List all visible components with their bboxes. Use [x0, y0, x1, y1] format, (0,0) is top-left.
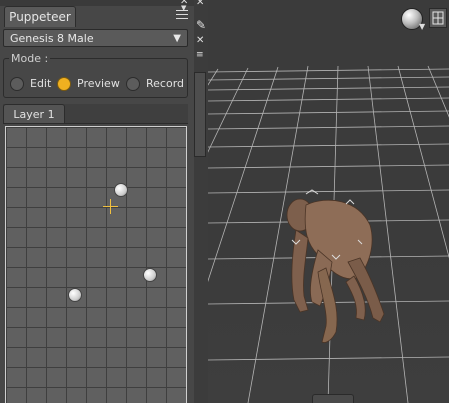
pane-menu-button[interactable]: ▼ [173, 4, 191, 24]
viewport-scene [208, 65, 449, 403]
collapsed-panel-edge[interactable] [194, 72, 206, 157]
tab-puppeteer-label: Puppeteer [9, 10, 71, 24]
viewport-layout-icon [432, 11, 444, 25]
mode-edit-radio[interactable] [10, 77, 24, 91]
mode-label: Mode : [9, 52, 51, 65]
viewport-layout-button[interactable] [429, 8, 447, 28]
figure-select-value: Genesis 8 Male [10, 32, 94, 45]
figure-select[interactable]: Genesis 8 Male ▼ [3, 29, 188, 47]
mode-record-radio[interactable] [126, 77, 140, 91]
mode-preview-radio[interactable] [57, 77, 71, 91]
tab-layer-1-label: Layer 1 [13, 108, 55, 121]
puppet-grid[interactable] [6, 127, 186, 403]
mode-preview-label: Preview [77, 77, 120, 90]
puppeteer-pane: ✕ Puppeteer ▼ Genesis 8 Male ▼ Mode : Ed… [0, 0, 195, 403]
side-tool-strip: ✕ ✎ ✕ ≡ [194, 0, 208, 403]
chevron-down-icon: ▼ [173, 33, 181, 44]
figure-genesis-8-male [286, 198, 385, 343]
tab-layer-1[interactable]: Layer 1 [3, 104, 65, 123]
hamburger-menu-icon[interactable]: ≡ [196, 50, 204, 60]
puppet-handle[interactable] [143, 268, 157, 282]
puppet-handle[interactable] [68, 288, 82, 302]
tab-puppeteer[interactable]: Puppeteer [4, 6, 76, 27]
viewport-bottom-tab[interactable] [312, 394, 354, 403]
mode-record-label: Record [146, 77, 185, 90]
puppeteer-crosshair[interactable] [103, 199, 118, 214]
close-icon[interactable]: ✕ [196, 0, 204, 8]
mode-edit-label: Edit [30, 77, 52, 90]
pin-icon[interactable]: ✎ [196, 18, 206, 32]
puppet-grid-frame [5, 126, 187, 403]
puppet-handle[interactable] [114, 183, 128, 197]
chevron-down-icon[interactable]: ▼ [419, 22, 425, 31]
close-icon[interactable]: ✕ [196, 35, 204, 46]
3d-viewport[interactable]: ▼ [208, 0, 449, 403]
